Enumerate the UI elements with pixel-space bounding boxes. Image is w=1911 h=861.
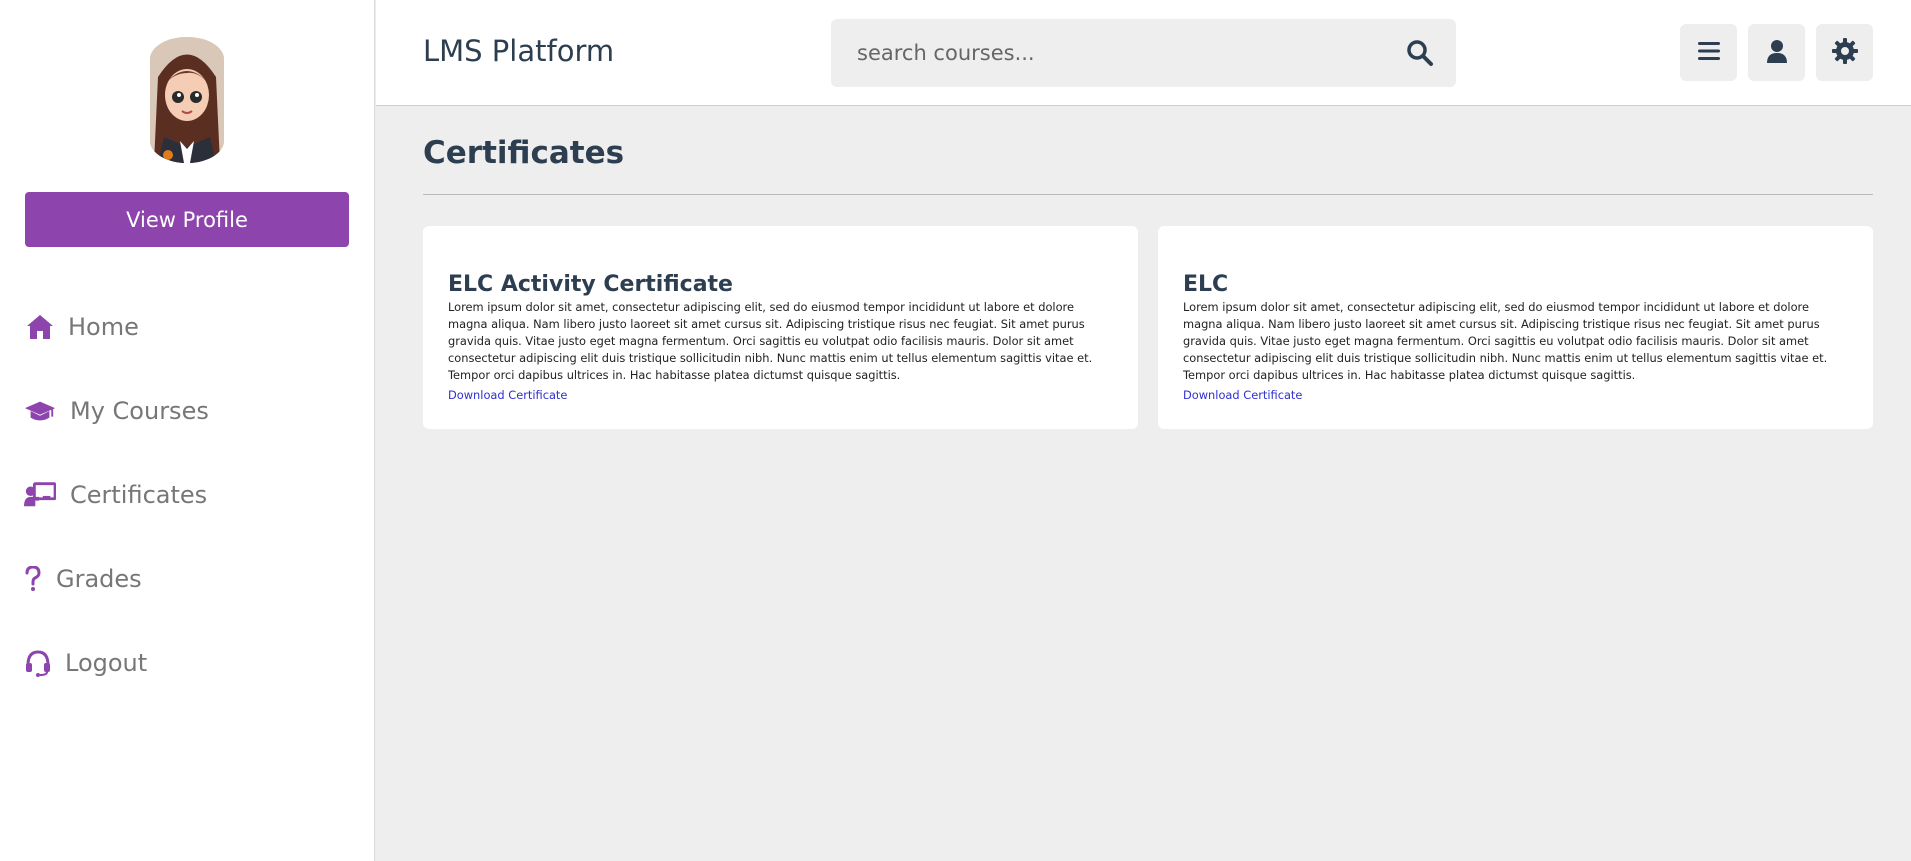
avatar-image — [150, 37, 224, 163]
user-icon — [1766, 39, 1788, 67]
sidebar-item-grades[interactable]: Grades — [24, 549, 142, 609]
certificate-title: ELC Activity Certificate — [448, 272, 733, 297]
settings-button[interactable] — [1816, 24, 1873, 81]
chalkboard-teacher-icon — [24, 479, 56, 511]
sidebar-item-label: Grades — [56, 565, 142, 593]
certificate-description: Lorem ipsum dolor sit amet, consectetur … — [1183, 300, 1828, 382]
question-icon — [24, 563, 42, 595]
menu-icon — [1697, 40, 1721, 66]
download-certificate-link[interactable]: Download Certificate — [1183, 387, 1302, 404]
gear-icon — [1831, 37, 1858, 68]
certificate-card: ELC Lorem ipsum dolor sit amet, consecte… — [1158, 226, 1873, 429]
sidebar-item-certificates[interactable]: Certificates — [24, 465, 207, 525]
brand-title: LMS Platform — [423, 34, 615, 68]
page-title: Certificates — [423, 135, 625, 171]
headset-icon — [24, 647, 52, 679]
download-certificate-link[interactable]: Download Certificate — [448, 387, 567, 404]
sidebar-item-logout[interactable]: Logout — [24, 633, 147, 693]
sidebar-item-label: My Courses — [70, 397, 209, 425]
sidebar-item-home[interactable]: Home — [24, 297, 139, 357]
user-button[interactable] — [1748, 24, 1805, 81]
menu-button[interactable] — [1680, 24, 1737, 81]
search-icon[interactable] — [1406, 39, 1434, 67]
home-icon — [24, 311, 56, 343]
top-header: LMS Platform — [376, 0, 1911, 106]
search-input[interactable] — [831, 19, 1391, 87]
search-bar — [831, 19, 1456, 87]
graduation-cap-icon — [24, 395, 56, 427]
title-divider — [423, 194, 1873, 195]
certificate-description: Lorem ipsum dolor sit amet, consectetur … — [448, 300, 1093, 382]
sidebar-item-label: Certificates — [70, 481, 208, 509]
sidebar-item-my-courses[interactable]: My Courses — [24, 381, 209, 441]
view-profile-button[interactable]: View Profile — [25, 192, 349, 247]
sidebar-item-label: Home — [68, 313, 139, 341]
certificate-title: ELC — [1183, 272, 1229, 297]
sidebar: View Profile Home My Courses Certificate… — [0, 0, 375, 861]
avatar[interactable] — [150, 37, 224, 163]
certificate-card: ELC Activity Certificate Lorem ipsum dol… — [423, 226, 1138, 429]
sidebar-item-label: Logout — [65, 649, 148, 677]
